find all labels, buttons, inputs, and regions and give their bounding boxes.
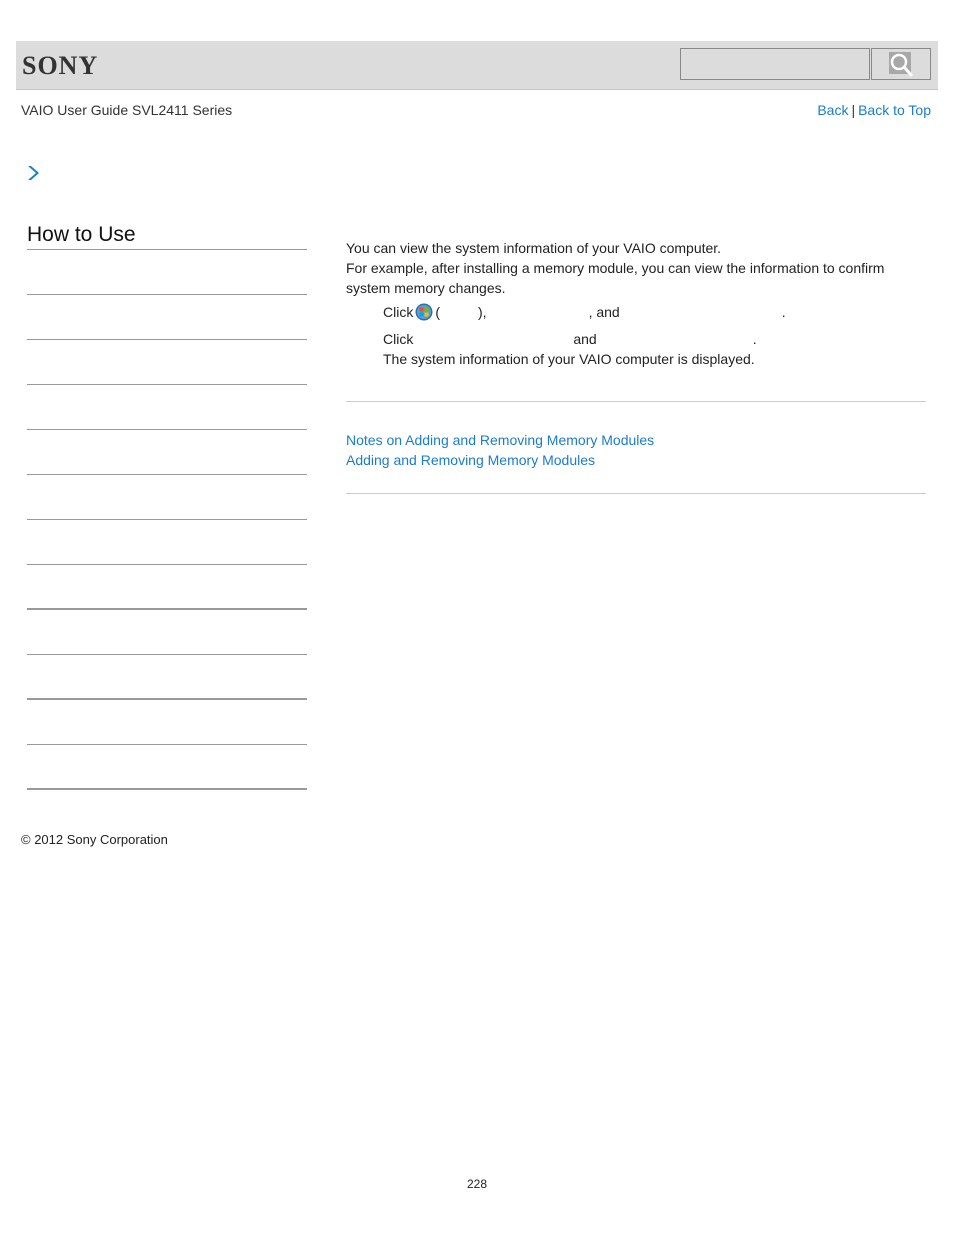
related-link-notes-memory[interactable]: Notes on Adding and Removing Memory Modu… [346,432,654,448]
sidebar-title: How to Use [27,222,307,250]
sidebar-item[interactable] [27,250,307,295]
step-2-click: Click [383,331,414,347]
main-content: You can view the system information of y… [346,238,926,298]
divider [346,401,926,402]
back-link[interactable]: Back [817,102,848,118]
chevron-right-icon [26,165,40,186]
search-input[interactable] [680,48,870,80]
sidebar-item[interactable] [27,385,307,430]
related-link-adding-memory[interactable]: Adding and Removing Memory Modules [346,452,595,468]
divider [346,493,926,494]
step-1: Click (), , and. [383,303,786,321]
step-2-and: and [573,331,597,347]
link-separator: | [851,102,856,118]
step-2-result: The system information of your VAIO comp… [383,351,755,367]
intro-text-1: You can view the system information of y… [346,240,722,256]
search-icon [889,52,914,77]
sidebar-item[interactable] [27,295,307,340]
step-1-close-paren: ), [478,304,487,320]
step-1-open-paren: ( [435,304,441,320]
intro-text-2: For example, after installing a memory m… [346,260,885,296]
sidebar-item[interactable] [27,700,307,745]
step-2-period: . [752,331,757,347]
step-2: Click and. [383,331,757,347]
search-button[interactable] [871,48,931,80]
back-to-top-link[interactable]: Back to Top [858,102,931,118]
guide-title: VAIO User Guide SVL2411 Series [21,102,233,118]
copyright: © 2012 Sony Corporation [21,832,168,847]
sony-logo: SONY [22,51,99,80]
step-1-period: . [781,304,786,320]
sidebar-item[interactable] [27,655,307,700]
sidebar-item[interactable] [27,610,307,655]
header-bar: SONY [16,41,938,90]
page-number: 228 [466,1177,488,1191]
step-1-click: Click [383,304,414,320]
sidebar: How to Use [27,222,307,790]
step-1-and: , and [588,304,620,320]
sidebar-item[interactable] [27,475,307,520]
sidebar-item[interactable] [27,745,307,790]
sidebar-item[interactable] [27,565,307,610]
related-links: Notes on Adding and Removing Memory Modu… [346,432,654,468]
sidebar-item[interactable] [27,340,307,385]
windows-start-icon [415,303,433,321]
top-links: Back | Back to Top [817,102,931,118]
sidebar-item[interactable] [27,520,307,565]
sidebar-item[interactable] [27,430,307,475]
